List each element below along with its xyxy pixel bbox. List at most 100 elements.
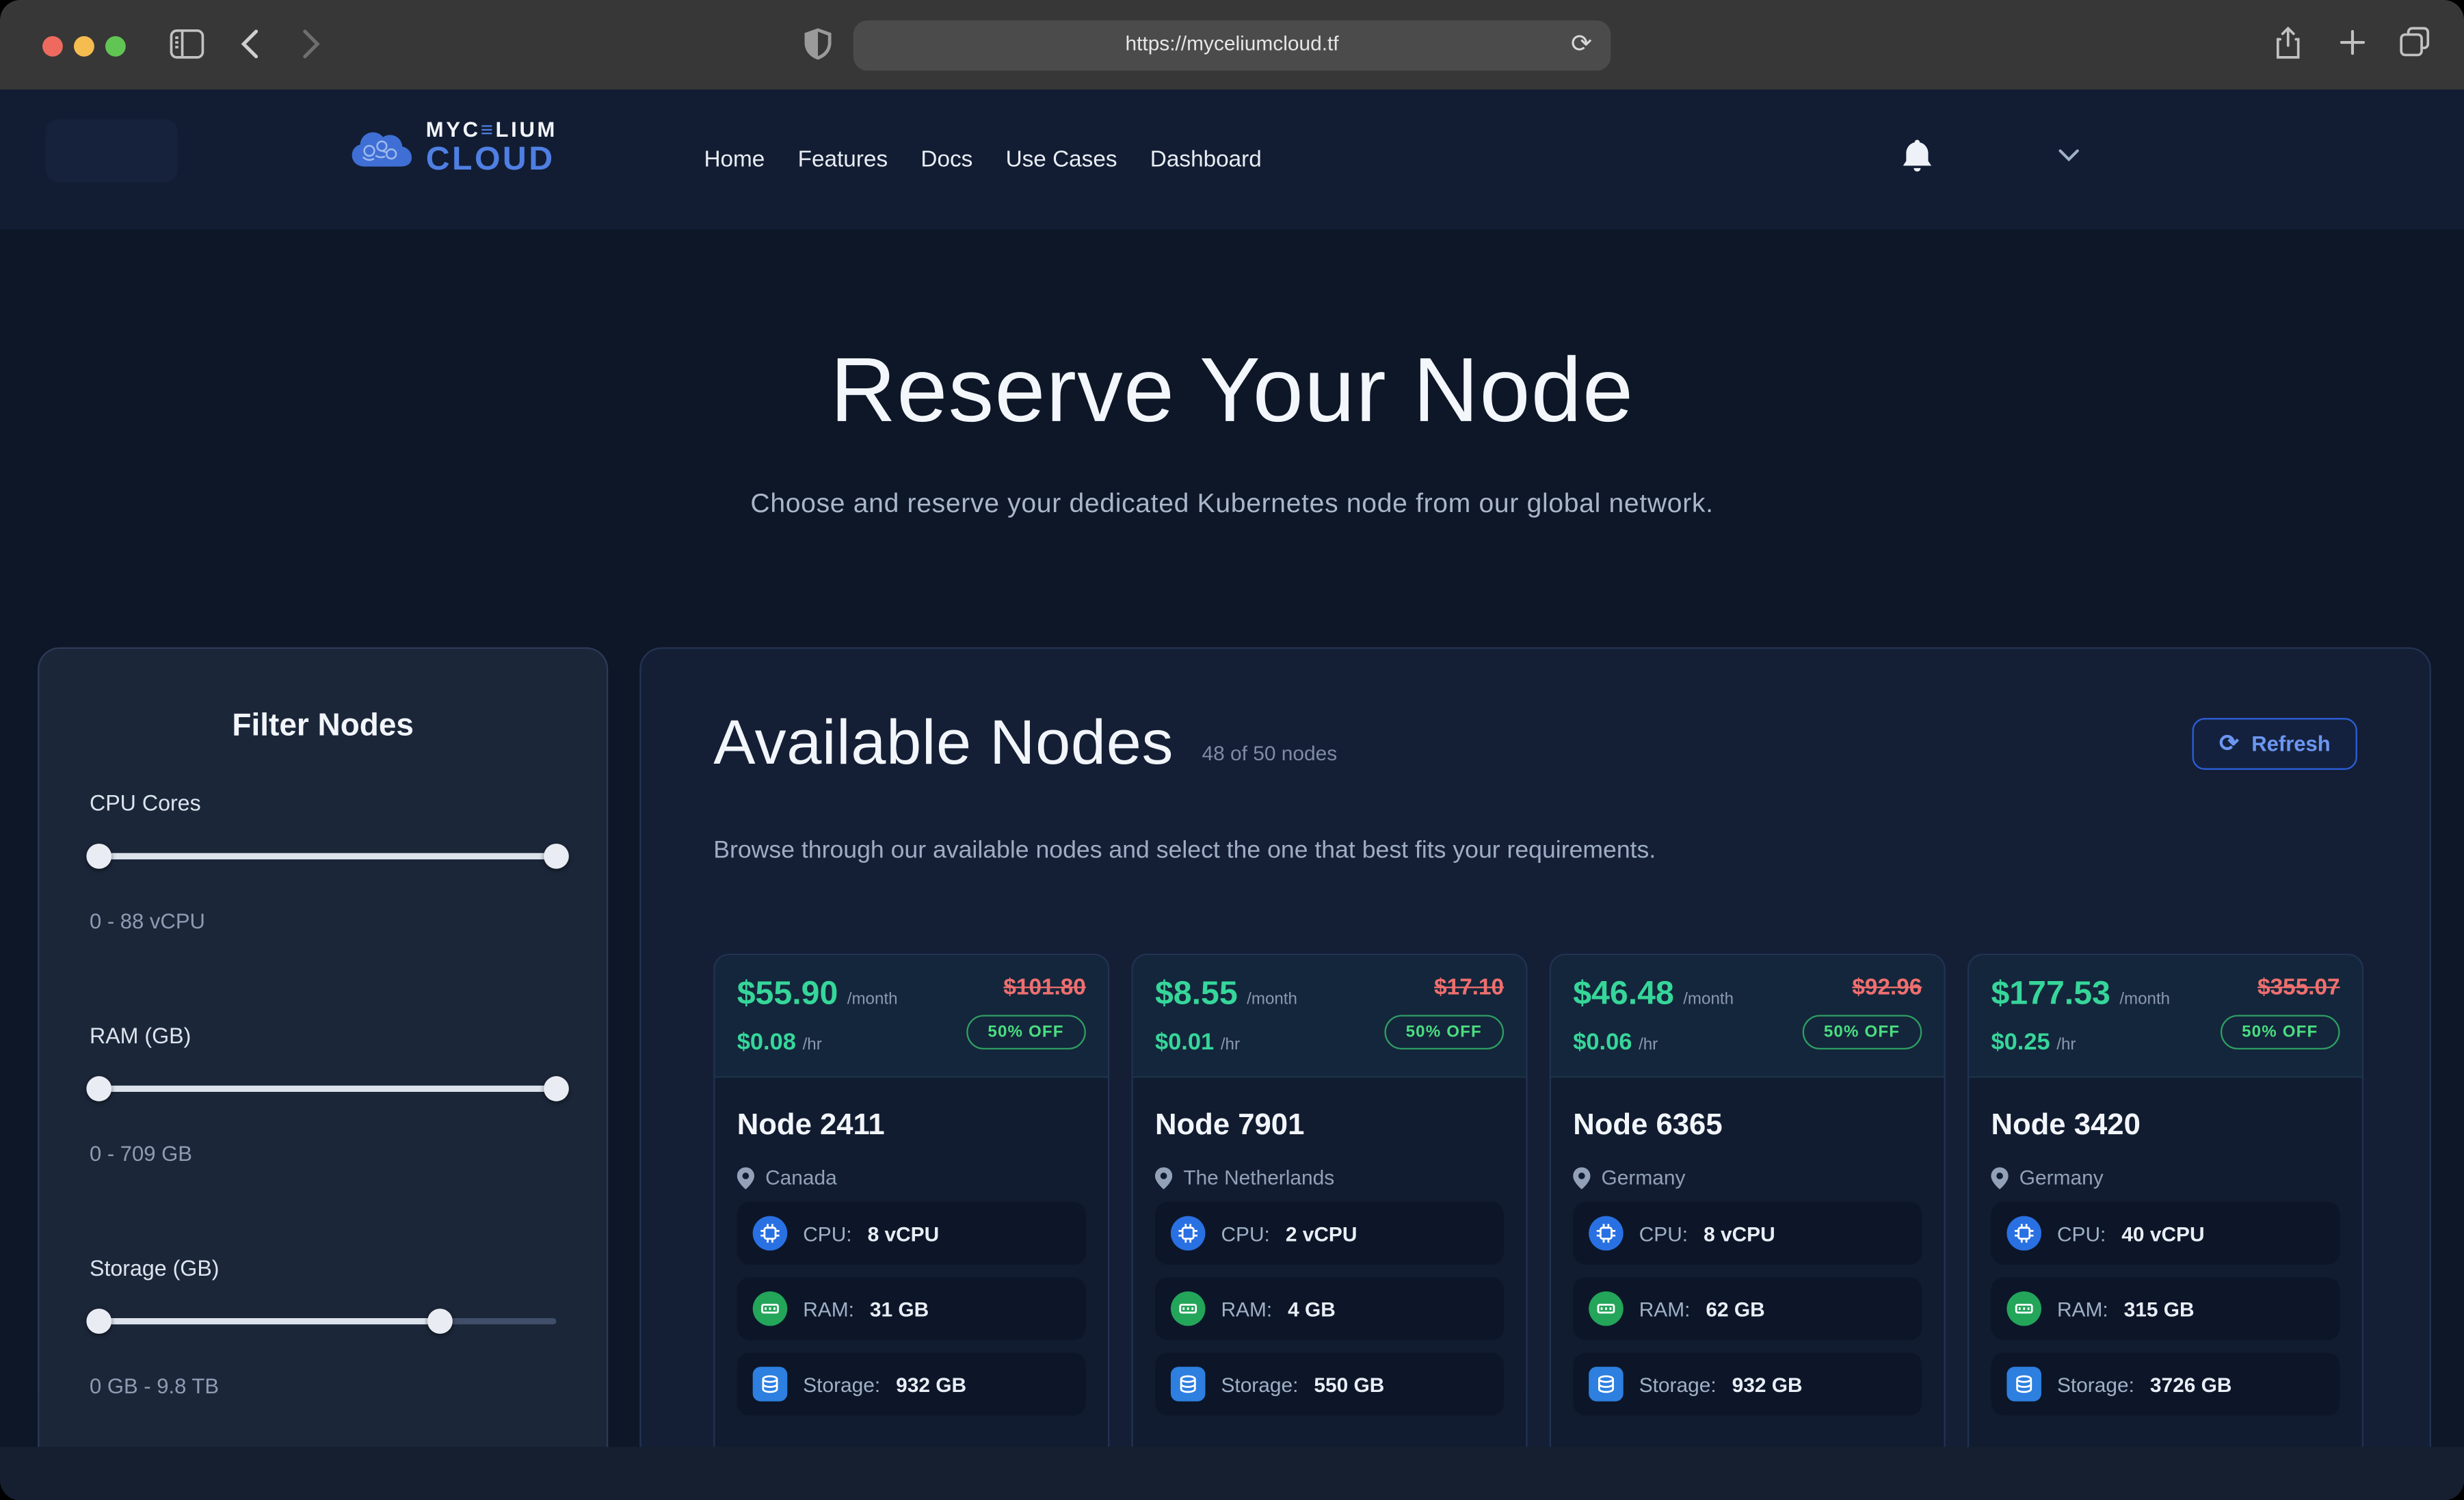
original-price: $92.96 bbox=[1802, 976, 1922, 1001]
brand-cloud-word: CLOUD bbox=[426, 142, 557, 175]
panel-header: Available Nodes 48 of 50 nodes ⟳ Refresh bbox=[713, 708, 2357, 779]
page-subtitle: Choose and reserve your dedicated Kubern… bbox=[0, 489, 2464, 520]
refresh-button[interactable]: ⟳ Refresh bbox=[2193, 718, 2357, 770]
account-chevron-down-icon[interactable] bbox=[2058, 149, 2079, 161]
spec-row-ram: RAM: 315 GB bbox=[1991, 1277, 2340, 1340]
panel-title: Available Nodes bbox=[713, 708, 1174, 779]
cpu-icon bbox=[2006, 1216, 2041, 1251]
spec-row-cpu: CPU: 8 vCPU bbox=[737, 1202, 1086, 1265]
node-card[interactable]: $55.90 /month $0.08 /hr $101.80 50% OFF … bbox=[713, 954, 1109, 1447]
cpu-slider-min-handle[interactable] bbox=[86, 844, 111, 869]
share-icon[interactable] bbox=[2275, 27, 2301, 59]
cpu-range-text: 0 - 88 vCPU bbox=[90, 909, 556, 933]
node-location: Canada bbox=[765, 1166, 837, 1189]
spec-row-cpu: CPU: 2 vCPU bbox=[1155, 1202, 1504, 1265]
location-pin-icon bbox=[1991, 1166, 2008, 1188]
original-price: $101.80 bbox=[966, 976, 1086, 1001]
forward-icon[interactable] bbox=[302, 28, 321, 59]
cpu-slider-max-handle[interactable] bbox=[544, 844, 569, 869]
storage-icon bbox=[1589, 1367, 1624, 1402]
sidebar-toggle-icon[interactable] bbox=[170, 28, 204, 59]
spec-row-ram: RAM: 31 GB bbox=[737, 1277, 1086, 1340]
node-card[interactable]: $8.55 /month $0.01 /hr $17.10 50% OFF No… bbox=[1131, 954, 1527, 1447]
node-card[interactable]: $46.48 /month $0.06 /hr $92.96 50% OFF N… bbox=[1550, 954, 1946, 1447]
browser-chrome: https://myceliumcloud.tf ⟳ bbox=[0, 0, 2464, 90]
discount-badge: 50% OFF bbox=[1802, 1015, 1922, 1049]
node-location: Germany bbox=[2019, 1166, 2104, 1189]
location-pin-icon bbox=[1573, 1166, 1590, 1188]
ram-slider-max-handle[interactable] bbox=[544, 1076, 569, 1101]
card-body: Node 2411 Canada CPU: 8 v bbox=[715, 1077, 1108, 1447]
ram-range-text: 0 - 709 GB bbox=[90, 1142, 556, 1166]
reload-icon[interactable]: ⟳ bbox=[1571, 28, 1592, 59]
spec-row-cpu: CPU: 8 vCPU bbox=[1573, 1202, 1922, 1265]
zoom-window-button[interactable] bbox=[105, 36, 126, 57]
nav-link-docs[interactable]: Docs bbox=[920, 147, 972, 172]
privacy-shield-icon[interactable] bbox=[805, 28, 832, 59]
site-navbar: MYC≡LIUM CLOUD Home Features Docs Use Ca… bbox=[0, 90, 2464, 230]
url-text: https://myceliumcloud.tf bbox=[853, 31, 1611, 55]
card-pricing-header: $8.55 /month $0.01 /hr $17.10 50% OFF bbox=[1133, 955, 1526, 1077]
close-window-button[interactable] bbox=[42, 36, 63, 57]
brand-text: MYC≡LIUM CLOUD bbox=[426, 120, 557, 176]
storage-range-text: 0 GB - 9.8 TB bbox=[90, 1375, 556, 1398]
new-tab-icon[interactable] bbox=[2340, 30, 2366, 55]
nav-link-use-cases[interactable]: Use Cases bbox=[1006, 147, 1117, 172]
node-cards-row: $55.90 /month $0.08 /hr $101.80 50% OFF … bbox=[713, 954, 2357, 1447]
ram-slider-min-handle[interactable] bbox=[86, 1076, 111, 1101]
refresh-icon: ⟳ bbox=[2219, 735, 2239, 752]
location-pin-icon bbox=[737, 1166, 754, 1188]
discount-badge: 50% OFF bbox=[2220, 1015, 2340, 1049]
location-pin-icon bbox=[1155, 1166, 1172, 1188]
node-location: The Netherlands bbox=[1183, 1166, 1334, 1189]
cpu-cores-slider[interactable] bbox=[90, 844, 556, 869]
node-card[interactable]: $177.53 /month $0.25 /hr $355.07 50% OFF… bbox=[1968, 954, 2363, 1447]
ram-icon bbox=[753, 1291, 788, 1326]
nav-link-dashboard[interactable]: Dashboard bbox=[1150, 147, 1262, 172]
spec-row-storage: Storage: 932 GB bbox=[1573, 1352, 1922, 1415]
storage-slider[interactable] bbox=[90, 1309, 556, 1334]
available-nodes-panel: Available Nodes 48 of 50 nodes ⟳ Refresh… bbox=[639, 647, 2431, 1447]
storage-slider-min-handle[interactable] bbox=[86, 1309, 111, 1334]
filter-section-storage: Storage (GB) 0 GB - 9.8 TB bbox=[90, 1255, 556, 1398]
panel-description: Browse through our available nodes and s… bbox=[713, 838, 1656, 866]
original-price: $355.07 bbox=[2220, 976, 2340, 1001]
card-pricing-header: $177.53 /month $0.25 /hr $355.07 50% OFF bbox=[1969, 955, 2361, 1077]
tab-overview-icon[interactable] bbox=[2400, 27, 2430, 57]
nav-link-home[interactable]: Home bbox=[704, 147, 765, 172]
minimize-window-button[interactable] bbox=[74, 36, 94, 57]
back-icon[interactable] bbox=[241, 28, 260, 59]
url-bar[interactable]: https://myceliumcloud.tf ⟳ bbox=[853, 21, 1611, 71]
spec-row-cpu: CPU: 40 vCPU bbox=[1991, 1202, 2340, 1265]
node-location: Germany bbox=[1602, 1166, 1686, 1189]
ram-slider[interactable] bbox=[90, 1076, 556, 1101]
cpu-icon bbox=[753, 1216, 788, 1251]
storage-icon bbox=[753, 1367, 788, 1402]
spec-row-ram: RAM: 62 GB bbox=[1573, 1277, 1922, 1340]
card-pricing-header: $46.48 /month $0.06 /hr $92.96 50% OFF bbox=[1551, 955, 1944, 1077]
spec-row-storage: Storage: 932 GB bbox=[737, 1352, 1086, 1415]
notifications-bell-icon[interactable] bbox=[1901, 140, 1933, 175]
brand-e-glyph: ≡ bbox=[481, 118, 496, 141]
nav-links: Home Features Docs Use Cases Dashboard bbox=[704, 90, 1261, 230]
discount-badge: 50% OFF bbox=[966, 1015, 1086, 1049]
ghost-placeholder bbox=[46, 120, 178, 183]
storage-slider-max-handle[interactable] bbox=[427, 1309, 452, 1334]
cpu-icon bbox=[1171, 1216, 1206, 1251]
card-body: Node 3420 Germany CPU: 40 bbox=[1969, 1077, 2361, 1447]
cloud-brain-logo-icon bbox=[349, 124, 412, 171]
spec-row-storage: Storage: 3726 GB bbox=[1991, 1352, 2340, 1415]
card-body: Node 6365 Germany CPU: 8 bbox=[1551, 1077, 1944, 1447]
brand-logo[interactable]: MYC≡LIUM CLOUD bbox=[349, 120, 557, 176]
storage-icon bbox=[1171, 1367, 1206, 1402]
nodes-count: 48 of 50 nodes bbox=[1202, 742, 1338, 765]
filter-panel-title: Filter Nodes bbox=[39, 708, 607, 745]
card-body: Node 7901 The Netherlands CPU: bbox=[1133, 1077, 1526, 1447]
nav-link-features[interactable]: Features bbox=[798, 147, 888, 172]
page-title: Reserve Your Node bbox=[0, 338, 2464, 443]
cpu-cores-label: CPU Cores bbox=[90, 790, 556, 816]
ram-icon bbox=[2006, 1291, 2041, 1326]
node-name: Node 3420 bbox=[1991, 1109, 2340, 1144]
storage-icon bbox=[2006, 1367, 2041, 1402]
original-price: $17.10 bbox=[1383, 976, 1504, 1001]
